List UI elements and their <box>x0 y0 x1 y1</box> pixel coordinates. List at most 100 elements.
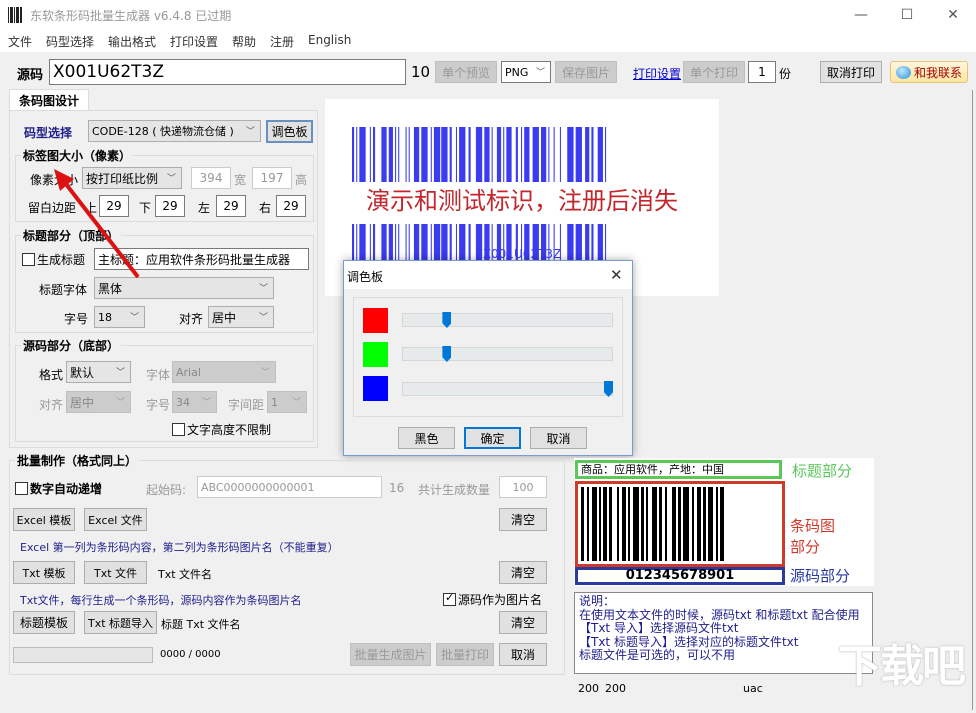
barcode-bar <box>591 127 594 182</box>
excel-file-button[interactable]: Excel 文件 <box>84 508 147 531</box>
sample-bar <box>641 487 644 561</box>
unlimited-height-checkbox[interactable]: 文字高度不限制 <box>172 421 271 438</box>
print-settings-link[interactable]: 打印设置 <box>633 65 681 82</box>
source-input[interactable]: X001U62T3Z <box>49 59 406 85</box>
margin-left-label: 左 <box>198 201 211 215</box>
tab-barcode-design[interactable]: 条码图设计 <box>9 89 89 111</box>
barcode-bar <box>449 127 452 182</box>
chevron-down-icon: ﹀ <box>535 67 545 78</box>
red-slider[interactable] <box>402 313 613 327</box>
width-input[interactable]: 394 <box>191 167 231 189</box>
copies-input[interactable]: 1 <box>748 61 776 83</box>
barcode-bar <box>532 127 539 182</box>
batch-print-button[interactable]: 批量打印 <box>436 643 494 666</box>
menu-english[interactable]: English <box>308 33 351 47</box>
menu-file[interactable]: 文件 <box>8 33 32 50</box>
chevron-down-icon: ﹀ <box>258 312 268 323</box>
minimize-button[interactable]: — <box>838 0 884 30</box>
sample-bar <box>628 487 630 561</box>
chevron-down-icon: ﹀ <box>291 397 301 408</box>
ok-button[interactable]: 确定 <box>464 427 521 449</box>
margin-left-input[interactable]: 29 <box>216 195 246 217</box>
menu-output-format[interactable]: 输出格式 <box>108 33 156 50</box>
menu-help[interactable]: 帮助 <box>232 33 256 50</box>
height-input[interactable]: 197 <box>252 167 292 189</box>
site-watermark: 下载吧 <box>838 641 966 692</box>
excel-clear-button[interactable]: 清空 <box>499 508 547 531</box>
title-clear-button[interactable]: 清空 <box>499 611 547 634</box>
green-slider[interactable] <box>402 347 613 361</box>
palette-button[interactable]: 调色板 <box>266 120 313 143</box>
total-input[interactable]: 100 <box>499 476 547 498</box>
dialog-title-bar: 调色板 ✕ <box>344 261 632 289</box>
source-font-select[interactable]: Arial ﹀ <box>172 361 276 383</box>
source-as-name-checkbox[interactable]: 源码作为图片名 <box>443 591 542 608</box>
menu-register[interactable]: 注册 <box>270 33 294 50</box>
dialog-close-icon[interactable]: ✕ <box>610 266 623 284</box>
source-as-name-label: 源码作为图片名 <box>458 593 543 607</box>
title-align-select[interactable]: 居中 ﹀ <box>208 306 274 328</box>
source-size-value: 34 <box>176 395 190 409</box>
barcode-type-select[interactable]: CODE-128 ( 快递物流仓储 ) ﹀ <box>88 120 261 142</box>
menu-barcode-type[interactable]: 码型选择 <box>46 33 94 50</box>
barcode-bar <box>553 127 555 182</box>
single-preview-button[interactable]: 单个预览 <box>435 61 497 83</box>
progress-bar <box>13 647 153 663</box>
barcode-bar <box>369 127 371 182</box>
source-size-select[interactable]: 34 ﹀ <box>172 391 217 413</box>
barcode-bar <box>605 127 607 182</box>
format-label: 格式 <box>39 368 64 382</box>
title-align-value: 居中 <box>212 310 237 325</box>
batch-generate-button[interactable]: 批量生成图片 <box>350 643 431 666</box>
sample-title-box: 商品：应用软件，产地：中国 <box>575 460 782 479</box>
source-align-select[interactable]: 居中 ﹀ <box>66 391 131 413</box>
source-format-select[interactable]: 默认 ﹀ <box>66 361 131 383</box>
cancel-print-button[interactable]: 取消打印 <box>820 61 882 83</box>
batch-cancel-button[interactable]: 取消 <box>499 643 547 666</box>
save-image-button[interactable]: 保存图片 <box>555 61 617 83</box>
txt-hint: Txt文件，每行生成一个条形码，源码内容作为条码图片名 <box>20 594 302 607</box>
txt-title-import-button[interactable]: Txt 标题导入 <box>84 611 157 634</box>
window-title: 东软条形码批量生成器 v6.4.8 已过期 <box>30 9 232 23</box>
checkbox-icon <box>22 253 35 266</box>
margin-right-input[interactable]: 29 <box>276 195 306 217</box>
sample-bar <box>678 487 681 561</box>
sample-bar <box>652 487 657 561</box>
format-select[interactable]: PNG ﹀ <box>501 61 551 83</box>
txt-file-button[interactable]: Txt 文件 <box>84 561 147 584</box>
barcode-bar <box>468 127 471 182</box>
excel-template-button[interactable]: Excel 模板 <box>13 508 75 531</box>
margin-bottom-input[interactable]: 29 <box>155 195 185 217</box>
txt-clear-button[interactable]: 清空 <box>499 561 547 584</box>
menu-print-settings[interactable]: 打印设置 <box>170 33 218 50</box>
maximize-button[interactable]: ☐ <box>884 0 930 30</box>
size-label: 字号 <box>146 398 171 412</box>
barcode-bar <box>597 127 603 182</box>
title-align-label: 对齐 <box>179 312 204 326</box>
black-button[interactable]: 黑色 <box>398 427 455 449</box>
source-format-value: 默认 <box>70 365 95 380</box>
source-length: 10 <box>411 63 431 81</box>
close-icon: ✕ <box>947 7 959 23</box>
single-print-button[interactable]: 单个打印 <box>683 61 745 83</box>
barcode-bar <box>421 127 428 182</box>
source-spacing-select[interactable]: 1 ﹀ <box>267 391 307 413</box>
dialog-cancel-button[interactable]: 取消 <box>530 427 587 449</box>
blue-slider[interactable] <box>402 382 613 396</box>
start-code-input[interactable]: ABC0000000000001 <box>197 476 382 498</box>
sample-bar <box>622 487 626 561</box>
title-size-select[interactable]: 18 ﹀ <box>94 306 145 328</box>
batch-group-title: 批量制作（格式同上） <box>15 452 140 469</box>
title-template-button[interactable]: 标题模板 <box>13 611 75 634</box>
txt-template-button[interactable]: Txt 模板 <box>13 561 75 584</box>
barcode-bar <box>356 127 358 182</box>
contact-button[interactable]: 和我联系 <box>890 61 968 83</box>
chat-bubble-icon <box>895 65 911 79</box>
start-code-length: 16 <box>389 481 405 495</box>
title-txt-filename: 标题 Txt 文件名 <box>161 618 241 631</box>
barcode-app-icon <box>8 7 22 23</box>
barcode-bar <box>388 127 393 182</box>
auto-increment-checkbox[interactable]: 数字自动递增 <box>15 480 102 497</box>
sample-bar <box>672 487 676 561</box>
close-button[interactable]: ✕ <box>930 0 976 30</box>
